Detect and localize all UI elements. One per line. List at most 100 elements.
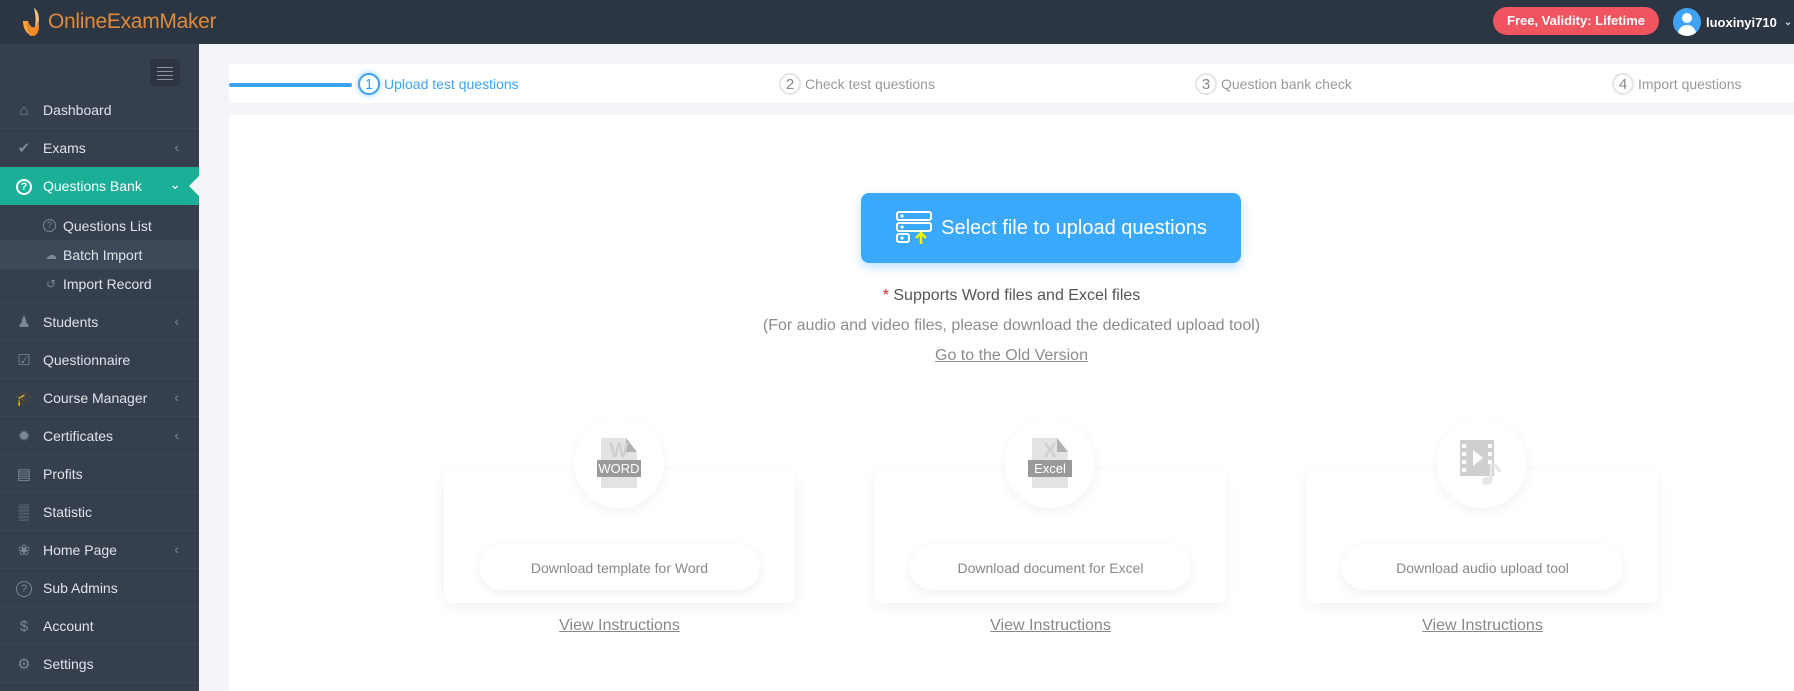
audio-icon-circle: [1437, 418, 1527, 508]
chevron-left-icon: ‹: [174, 427, 179, 443]
top-header: OnlineExamMaker Free, Validity: Lifetime…: [0, 0, 1794, 44]
leaf-icon: ❀: [17, 542, 31, 559]
word-template-card: W WORD Download template for Word View I…: [444, 418, 795, 634]
step-progress-line: [229, 83, 352, 87]
sidebar-item-sub-admins[interactable]: ? Sub Admins: [0, 569, 199, 607]
bar-chart-icon: ▒: [18, 504, 30, 521]
required-mark: *: [882, 287, 889, 304]
sidebar-nav: ⌂ Dashboard ✔ Exams ‹ ? Questions Bank ⌄…: [0, 91, 199, 683]
step-label: Import questions: [1638, 76, 1742, 92]
sidebar-item-statistic[interactable]: ▒ Statistic: [0, 493, 199, 531]
word-icon-circle: W WORD: [574, 418, 664, 508]
excel-icon-circle: X Excel: [1005, 418, 1095, 508]
sidebar-subitem-import-record[interactable]: ↺ Import Record: [0, 269, 199, 298]
user-menu[interactable]: luoxinyi710 ⌄: [1673, 7, 1792, 37]
server-upload-icon: [896, 211, 933, 244]
sidebar-subitem-label: Batch Import: [63, 246, 143, 263]
sidebar: ⌂ Dashboard ✔ Exams ‹ ? Questions Bank ⌄…: [0, 44, 199, 691]
chevron-left-icon: ‹: [174, 541, 179, 557]
audio-tool-card: Download audio upload tool View Instruct…: [1307, 418, 1658, 634]
sidebar-toggle-button[interactable]: [150, 59, 180, 86]
step-check[interactable]: 2 Check test questions: [779, 73, 935, 95]
excel-file-icon: X Excel: [1028, 438, 1072, 488]
step-number: 4: [1612, 73, 1634, 95]
step-label: Upload test questions: [384, 76, 519, 92]
sidebar-item-label: Settings: [43, 655, 94, 672]
plan-badge[interactable]: Free, Validity: Lifetime: [1493, 7, 1659, 35]
chevron-left-icon: ‹: [174, 139, 179, 155]
view-instructions-link[interactable]: View Instructions: [1422, 617, 1543, 634]
chevron-left-icon: ‹: [174, 389, 179, 405]
logo[interactable]: OnlineExamMaker: [20, 5, 217, 39]
sidebar-item-label: Profits: [43, 465, 83, 482]
sidebar-item-home-page[interactable]: ❀ Home Page ‹: [0, 531, 199, 569]
step-import[interactable]: 4 Import questions: [1612, 73, 1742, 95]
question-circle-icon: ?: [43, 219, 56, 232]
sidebar-item-label: Course Manager: [43, 389, 148, 406]
sidebar-item-label: Certificates: [43, 427, 114, 444]
sidebar-item-label: Students: [43, 313, 99, 330]
sidebar-item-certificates[interactable]: ✹ Certificates ‹: [0, 417, 199, 455]
sidebar-item-label: Account: [43, 617, 94, 634]
upload-button-label: Select file to upload questions: [941, 216, 1207, 239]
step-number: 1: [358, 73, 380, 95]
avatar: [1673, 8, 1701, 36]
gear-icon: ⚙: [17, 656, 31, 673]
check-circle-icon: ✔: [17, 140, 31, 157]
download-word-template-button[interactable]: Download template for Word: [479, 545, 760, 590]
sidebar-item-students[interactable]: ♟ Students ‹: [0, 303, 199, 341]
sidebar-subitem-label: Import Record: [63, 275, 152, 292]
sidebar-item-label: Home Page: [43, 541, 117, 558]
main-panel: 1 Upload test questions 2 Check test que…: [229, 64, 1794, 691]
step-number: 2: [779, 73, 801, 95]
sidebar-item-label: Questions Bank: [43, 178, 142, 194]
sidebar-item-profits[interactable]: ▤ Profits: [0, 455, 199, 493]
sidebar-item-label: Sub Admins: [43, 579, 118, 596]
word-file-icon: W WORD: [597, 438, 641, 488]
upload-content: Select file to upload questions * Suppor…: [229, 115, 1794, 691]
sidebar-subitem-batch-import[interactable]: ☁ Batch Import: [0, 240, 199, 269]
audio-video-icon: [1460, 440, 1502, 485]
sidebar-subitem-questions-list[interactable]: ? Questions List: [0, 211, 199, 240]
sidebar-subitem-label: Questions List: [63, 217, 152, 234]
home-icon: ⌂: [19, 102, 29, 119]
sidebar-item-account[interactable]: $ Account: [0, 607, 199, 645]
sidebar-item-label: Statistic: [43, 503, 93, 520]
audio-video-hint: (For audio and video files, please downl…: [762, 317, 1261, 334]
chevron-down-icon: ⌄: [169, 176, 181, 192]
logo-flame-icon: [20, 7, 46, 37]
users-icon: ♟: [17, 314, 31, 331]
sidebar-item-label: Dashboard: [43, 101, 112, 118]
graduation-cap-icon: 🎓: [15, 390, 34, 407]
sidebar-item-label: Questionnaire: [43, 351, 131, 368]
supported-formats-text: * Supports Word files and Excel files: [229, 287, 1794, 305]
sidebar-item-questions-bank[interactable]: ? Questions Bank ⌄: [0, 167, 199, 205]
view-instructions-link[interactable]: View Instructions: [990, 617, 1111, 634]
step-bank-check[interactable]: 3 Question bank check: [1195, 73, 1352, 95]
download-audio-tool-button[interactable]: Download audio upload tool: [1342, 545, 1623, 590]
import-stepper: 1 Upload test questions 2 Check test que…: [229, 64, 1794, 103]
excel-template-card: X Excel Download document for Excel View…: [875, 418, 1226, 634]
sidebar-item-exams[interactable]: ✔ Exams ‹: [0, 129, 199, 167]
credit-card-icon: ▤: [16, 466, 32, 483]
download-excel-document-button[interactable]: Download document for Excel: [910, 545, 1191, 590]
username: luoxinyi710: [1706, 14, 1777, 30]
step-label: Question bank check: [1221, 76, 1352, 92]
certificate-icon: ✹: [17, 428, 31, 445]
sidebar-item-course-manager[interactable]: 🎓 Course Manager ‹: [0, 379, 199, 417]
old-version-link[interactable]: Go to the Old Version: [935, 347, 1088, 364]
step-number: 3: [1195, 73, 1217, 95]
question-circle-icon: ?: [16, 179, 32, 195]
checkbox-icon: ☑: [17, 352, 31, 369]
sidebar-item-questionnaire[interactable]: ☑ Questionnaire: [0, 341, 199, 379]
step-label: Check test questions: [805, 76, 935, 92]
question-circle-icon: ?: [16, 581, 32, 597]
questions-bank-submenu: ? Questions List ☁ Batch Import ↺ Import…: [0, 205, 199, 303]
chevron-down-icon: ⌄: [1783, 16, 1793, 28]
sidebar-item-settings[interactable]: ⚙ Settings: [0, 645, 199, 683]
select-file-upload-button[interactable]: Select file to upload questions: [861, 193, 1241, 263]
sidebar-item-dashboard[interactable]: ⌂ Dashboard: [0, 91, 199, 129]
step-upload[interactable]: 1 Upload test questions: [358, 73, 519, 95]
dollar-icon: $: [19, 618, 29, 635]
view-instructions-link[interactable]: View Instructions: [559, 617, 680, 634]
